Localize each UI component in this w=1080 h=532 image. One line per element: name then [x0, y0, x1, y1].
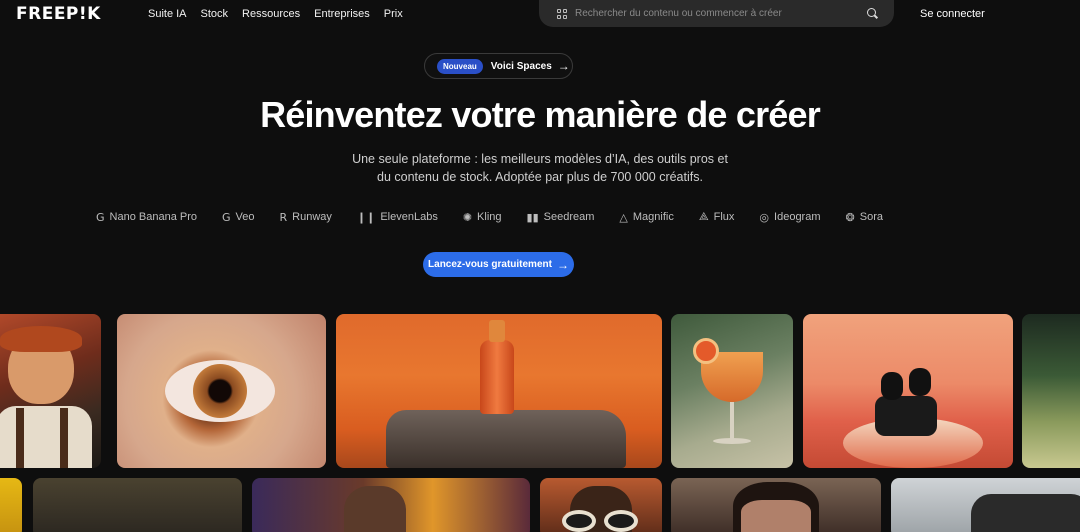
model-label: Magnific [632, 211, 674, 223]
model-seedream[interactable]: ▮▮ Seedream [527, 211, 595, 224]
ai-models-list: G Nano Banana Pro G Veo R Runway ❙❙ Elev… [96, 210, 908, 224]
freepik-logo[interactable]: FREEP!K [16, 4, 101, 24]
eye-iris [193, 364, 247, 418]
hero-subtitle-line-2: du contenu de stock. Adoptée par plus de… [377, 170, 703, 184]
model-label: Runway [292, 211, 332, 223]
model-magnific[interactable]: △ Magnific [619, 211, 673, 224]
gallery-tile-sunglasses[interactable] [540, 478, 662, 532]
top-navigation: FREEP!K Suite IA Stock Ressources Entrep… [0, 0, 1080, 28]
rock [386, 410, 626, 468]
nav-item-stock[interactable]: Stock [201, 8, 229, 20]
model-nano-banana-pro[interactable]: G Nano Banana Pro [96, 211, 197, 224]
start-free-button[interactable]: Lancez-vous gratuitement → [423, 252, 574, 277]
nav-item-ressources[interactable]: Ressources [242, 8, 300, 20]
glass-stem [730, 402, 734, 440]
gallery-tile-cartoon-character[interactable] [0, 314, 101, 468]
gallery-tile-warrior[interactable] [252, 478, 530, 532]
arrow-right-icon: → [557, 59, 570, 73]
new-badge: Nouveau [437, 58, 483, 74]
model-label: Seedream [543, 211, 595, 223]
nav-item-suite-ia[interactable]: Suite IA [148, 8, 187, 20]
character-hair [0, 326, 82, 352]
model-label: Kling [477, 211, 502, 223]
vehicle-body [971, 494, 1080, 532]
model-kling[interactable]: ✺ Kling [463, 211, 502, 224]
hero-subtitle-line-1: Une seule plateforme : les meilleurs mod… [352, 152, 728, 166]
bottle-cap [489, 320, 505, 342]
warrior-head [344, 486, 406, 532]
model-label: Sora [859, 211, 883, 223]
model-label: Veo [235, 211, 255, 223]
gallery-tile-field[interactable] [1022, 314, 1080, 468]
gallery-tile-man-portrait[interactable] [671, 478, 881, 532]
sunglasses-lens-left [562, 510, 596, 532]
search-icon[interactable] [867, 7, 879, 20]
magnific-icon: △ [619, 210, 628, 224]
character-shirt [0, 406, 92, 468]
portrait-face [741, 500, 811, 532]
signin-link[interactable]: Se connecter [920, 8, 985, 20]
flux-icon: ⟁ [698, 210, 709, 223]
google-icon: G [96, 210, 105, 224]
hero-subtitle: Une seule plateforme : les meilleurs mod… [0, 150, 1080, 186]
earbuds-case [875, 396, 937, 436]
gallery-tile-eye-closeup[interactable] [117, 314, 326, 468]
gallery-tile-orange-bottle[interactable] [336, 314, 662, 468]
model-label: ElevenLabs [380, 211, 438, 223]
ideogram-icon: ◎ [759, 210, 770, 224]
bottle [480, 340, 514, 414]
announcement-pill[interactable]: Nouveau Voici Spaces → [424, 53, 573, 79]
earbud-left [881, 372, 903, 400]
nav-item-prix[interactable]: Prix [384, 8, 403, 20]
sunglasses-lens-right [604, 510, 638, 532]
announcement-text: Voici Spaces [490, 60, 552, 72]
orange-slice [693, 338, 719, 364]
gallery-tile-yellow[interactable] [0, 478, 22, 532]
gallery-tile-vehicle[interactable] [891, 478, 1080, 532]
model-runway[interactable]: R Runway [279, 211, 331, 224]
search-bar [539, 0, 894, 27]
kling-icon: ✺ [462, 210, 473, 224]
gallery-tile-cocktail[interactable] [671, 314, 793, 468]
hero-title: Réinventez votre manière de créer [260, 94, 821, 135]
glass-base [713, 438, 751, 444]
cta-label: Lancez-vous gratuitement [428, 259, 552, 270]
model-ideogram[interactable]: ◎ Ideogram [759, 211, 820, 224]
sora-icon: ❂ [845, 210, 855, 224]
elevenlabs-icon: ❙❙ [356, 210, 376, 224]
model-label: Nano Banana Pro [109, 211, 197, 223]
gallery-tile-figure[interactable] [33, 478, 242, 532]
model-elevenlabs[interactable]: ❙❙ ElevenLabs [357, 211, 438, 224]
seedream-icon: ▮▮ [526, 210, 539, 224]
gallery-tile-earbuds[interactable] [803, 314, 1013, 468]
nav-item-entreprises[interactable]: Entreprises [314, 8, 370, 20]
model-flux[interactable]: ⟁ Flux [699, 210, 735, 224]
main-nav: Suite IA Stock Ressources Entreprises Pr… [148, 8, 417, 20]
arrow-right-icon: → [556, 257, 569, 272]
model-label: Flux [713, 211, 735, 223]
character-strap [60, 408, 68, 468]
model-sora[interactable]: ❂ Sora [846, 211, 883, 224]
search-input[interactable] [575, 8, 867, 19]
model-veo[interactable]: G Veo [222, 211, 255, 224]
character-strap [16, 408, 24, 468]
earbud-right [909, 368, 931, 396]
apps-grid-icon[interactable] [557, 8, 567, 19]
runway-icon: R [279, 210, 288, 224]
model-label: Ideogram [774, 211, 821, 223]
google-icon: G [221, 210, 231, 224]
